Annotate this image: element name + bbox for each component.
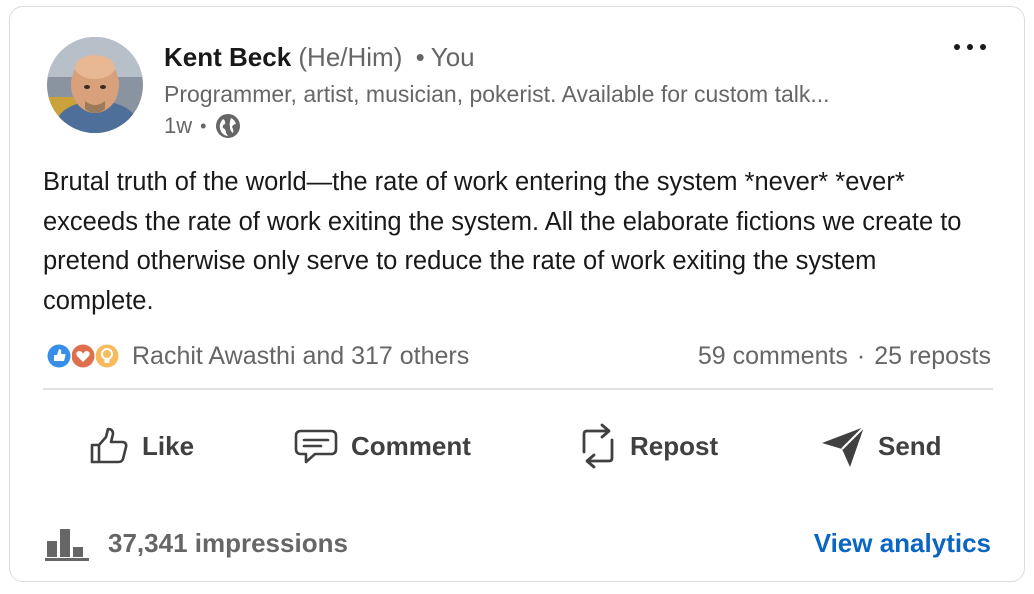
send-icon: [822, 426, 865, 467]
author-headline: Programmer, artist, musician, pokerist. …: [164, 81, 830, 107]
post-card: Kent Beck (He/Him) • You Programmer, arti…: [9, 6, 1025, 582]
meta-separator: •: [200, 115, 207, 136]
comment-icon: [294, 429, 338, 464]
author-avatar[interactable]: [47, 37, 143, 133]
post-text: Brutal truth of the world—the rate of wo…: [43, 168, 962, 315]
impressions-count: 37,341 impressions: [108, 527, 348, 558]
more-options-button[interactable]: [954, 35, 986, 59]
reactions-summary[interactable]: Rachit Awasthi and 317 others: [44, 340, 469, 372]
repost-button[interactable]: Repost: [578, 421, 718, 471]
view-analytics-link[interactable]: View analytics: [814, 523, 991, 563]
reposts-count[interactable]: 25 reposts: [874, 342, 991, 371]
divider: [43, 388, 993, 390]
reaction-icons: [46, 343, 120, 369]
author-separator: •: [415, 42, 425, 72]
globe-icon: [214, 112, 242, 140]
like-button[interactable]: Like: [88, 421, 194, 471]
comments-count[interactable]: 59 comments: [698, 342, 848, 371]
reactions-text: Rachit Awasthi and 317 others: [132, 341, 470, 370]
thumbs-up-icon: [90, 427, 128, 464]
repost-icon: [582, 423, 614, 469]
like-reaction-icon: [46, 343, 72, 369]
counts-separator: ·: [856, 341, 866, 370]
bar-chart-icon: [45, 529, 89, 561]
insightful-reaction-icon: [94, 343, 120, 369]
author-line: Kent Beck (He/Him) • You: [164, 40, 475, 74]
like-label: Like: [142, 430, 195, 461]
send-button[interactable]: Send: [820, 421, 942, 471]
comment-label: Comment: [351, 430, 471, 461]
post-counts: 59 comments · 25 reposts: [698, 340, 991, 372]
author-relation: You: [430, 42, 475, 72]
impressions: 37,341 impressions: [45, 523, 348, 563]
love-reaction-icon: [70, 343, 96, 369]
post-meta: 1w •: [164, 111, 242, 141]
repost-label: Repost: [630, 430, 719, 461]
send-label: Send: [878, 430, 942, 461]
author-pronouns: (He/Him): [298, 42, 403, 72]
author-name[interactable]: Kent Beck: [164, 42, 291, 72]
comment-button[interactable]: Comment: [293, 421, 471, 471]
three-dots-icon: [954, 44, 960, 50]
post-time: 1w: [164, 113, 193, 138]
